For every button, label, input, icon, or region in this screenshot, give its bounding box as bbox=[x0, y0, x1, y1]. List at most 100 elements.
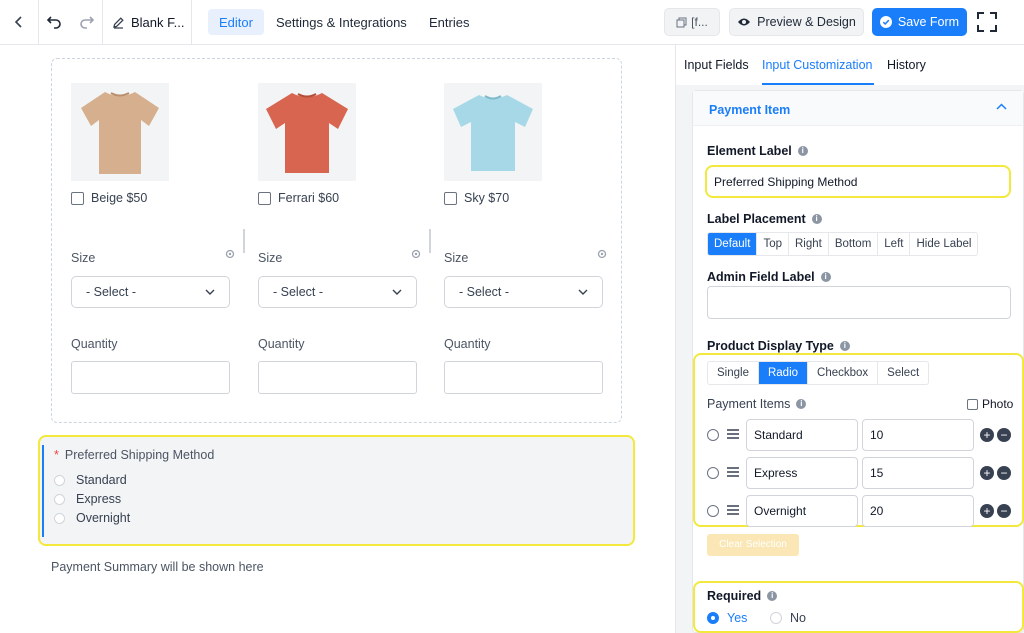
placement-left[interactable]: Left bbox=[878, 233, 911, 255]
quantity-input[interactable] bbox=[258, 361, 417, 394]
column-divider[interactable] bbox=[429, 229, 431, 253]
radio-icon[interactable] bbox=[707, 429, 719, 441]
shipping-option[interactable]: Standard bbox=[54, 473, 127, 487]
display-single[interactable]: Single bbox=[708, 362, 759, 384]
quantity-label: Quantity bbox=[258, 337, 305, 351]
payment-item-row: Express 15 + − bbox=[707, 457, 1011, 489]
size-label: Size bbox=[71, 251, 96, 265]
radio-icon[interactable] bbox=[54, 474, 65, 486]
product-checkbox[interactable]: Ferrari $60 bbox=[258, 191, 356, 205]
element-label-input[interactable]: Preferred Shipping Method bbox=[705, 165, 1011, 198]
payment-item-field[interactable]: Beige $50 Ferrari $60 Sky $70 Size Size … bbox=[51, 58, 622, 423]
placement-right[interactable]: Right bbox=[789, 233, 829, 255]
quantity-input[interactable] bbox=[444, 361, 603, 394]
shipping-option[interactable]: Express bbox=[54, 492, 121, 506]
shipping-method-field[interactable]: * Preferred Shipping Method Standard Expr… bbox=[38, 435, 635, 546]
settings-icon[interactable] bbox=[596, 248, 608, 260]
edit-pencil-icon bbox=[113, 16, 124, 29]
radio-icon[interactable] bbox=[707, 505, 719, 517]
display-checkbox[interactable]: Checkbox bbox=[808, 362, 879, 384]
drag-handle-icon[interactable] bbox=[727, 429, 739, 439]
placement-hide-label[interactable]: Hide Label bbox=[910, 233, 977, 255]
shortcode-button[interactable]: [f... bbox=[664, 8, 720, 36]
column-divider[interactable] bbox=[243, 229, 245, 253]
settings-icon[interactable] bbox=[224, 248, 236, 260]
size-select[interactable]: - Select - bbox=[444, 276, 603, 308]
quantity-input[interactable] bbox=[71, 361, 230, 394]
checkbox-icon[interactable] bbox=[444, 191, 457, 205]
placement-default[interactable]: Default bbox=[708, 233, 758, 255]
display-radio[interactable]: Radio bbox=[758, 362, 809, 384]
save-form-button[interactable]: Save Form bbox=[872, 8, 967, 36]
size-select[interactable]: - Select - bbox=[71, 276, 230, 308]
redo-icon[interactable] bbox=[72, 0, 102, 44]
tab-settings-integrations[interactable]: Settings & Integrations bbox=[265, 9, 418, 35]
info-icon[interactable]: i bbox=[797, 146, 808, 156]
fullscreen-icon[interactable] bbox=[976, 11, 998, 33]
photo-toggle[interactable]: Photo bbox=[967, 397, 1013, 411]
size-select[interactable]: - Select - bbox=[258, 276, 417, 308]
remove-icon[interactable]: − bbox=[997, 504, 1011, 518]
item-name-input[interactable]: Standard bbox=[746, 419, 858, 451]
chevron-up-icon[interactable] bbox=[996, 103, 1007, 110]
add-icon[interactable]: + bbox=[980, 504, 994, 518]
section-header[interactable]: Payment Item bbox=[693, 91, 1023, 126]
info-icon[interactable]: i bbox=[811, 214, 822, 224]
product-checkbox[interactable]: Beige $50 bbox=[71, 191, 169, 205]
remove-icon[interactable]: − bbox=[997, 466, 1011, 480]
admin-field-label-input[interactable] bbox=[707, 286, 1011, 319]
info-icon[interactable]: i bbox=[839, 341, 850, 351]
tab-input-fields[interactable]: Input Fields bbox=[684, 58, 749, 72]
info-icon[interactable]: i bbox=[820, 272, 831, 282]
remove-icon[interactable]: − bbox=[997, 428, 1011, 442]
shipping-option[interactable]: Overnight bbox=[54, 511, 130, 525]
tab-editor[interactable]: Editor bbox=[208, 9, 264, 35]
size-label: Size bbox=[444, 251, 469, 265]
settings-icon[interactable] bbox=[410, 248, 422, 260]
info-icon[interactable]: i bbox=[796, 399, 807, 409]
required-mark: * bbox=[54, 448, 59, 462]
item-name-input[interactable]: Express bbox=[746, 457, 858, 489]
copy-icon bbox=[676, 17, 687, 27]
tab-history[interactable]: History bbox=[887, 58, 926, 72]
radio-icon[interactable] bbox=[770, 612, 782, 624]
form-name-text: Blank F... bbox=[131, 14, 185, 30]
radio-selected-icon[interactable] bbox=[707, 612, 719, 624]
placement-bottom[interactable]: Bottom bbox=[829, 233, 879, 255]
item-value-input[interactable]: 20 bbox=[862, 495, 974, 527]
product-display-options: Single Radio Checkbox Select bbox=[707, 361, 930, 385]
element-label-text: Element Label bbox=[707, 144, 792, 158]
checkbox-icon[interactable] bbox=[71, 191, 84, 205]
back-chevron-icon[interactable] bbox=[0, 0, 38, 44]
required-yes-option[interactable]: Yes bbox=[707, 611, 747, 625]
checkbox-icon[interactable] bbox=[258, 191, 271, 205]
clear-selection-button[interactable]: Clear Selection bbox=[707, 534, 799, 556]
tshirt-icon bbox=[453, 95, 533, 171]
label-placement-text: Label Placement bbox=[707, 212, 806, 226]
placement-top[interactable]: Top bbox=[757, 233, 789, 255]
tab-entries[interactable]: Entries bbox=[418, 9, 480, 35]
tab-input-customization[interactable]: Input Customization bbox=[762, 58, 872, 72]
required-heading: Required i bbox=[707, 589, 778, 603]
item-value-input[interactable]: 10 bbox=[862, 419, 974, 451]
required-no-option[interactable]: No bbox=[770, 611, 806, 625]
radio-icon[interactable] bbox=[54, 512, 65, 524]
add-icon[interactable]: + bbox=[980, 428, 994, 442]
item-name-input[interactable]: Overnight bbox=[746, 495, 858, 527]
drag-handle-icon[interactable] bbox=[727, 467, 739, 477]
product-checkbox[interactable]: Sky $70 bbox=[444, 191, 542, 205]
radio-icon[interactable] bbox=[707, 467, 719, 479]
select-value: - Select - bbox=[459, 285, 510, 299]
preview-design-button[interactable]: Preview & Design bbox=[729, 8, 864, 36]
display-select[interactable]: Select bbox=[878, 362, 928, 384]
radio-icon[interactable] bbox=[54, 493, 65, 505]
select-value: - Select - bbox=[86, 285, 137, 299]
item-value-input[interactable]: 15 bbox=[862, 457, 974, 489]
add-icon[interactable]: + bbox=[980, 466, 994, 480]
form-name[interactable]: Blank F... bbox=[112, 0, 184, 44]
info-icon[interactable]: i bbox=[767, 591, 778, 601]
drag-handle-icon[interactable] bbox=[727, 505, 739, 515]
undo-icon[interactable] bbox=[39, 0, 69, 44]
product-image bbox=[444, 83, 542, 181]
checkbox-icon[interactable] bbox=[967, 398, 978, 410]
